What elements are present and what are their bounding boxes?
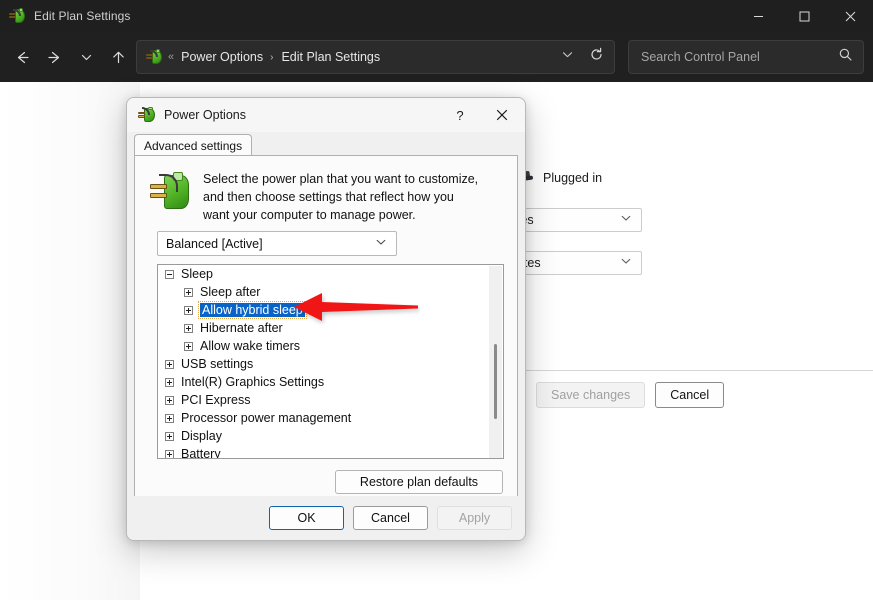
up-arrow-icon bbox=[112, 51, 124, 63]
dialog-intro-text: Select the power plan that you want to c… bbox=[203, 172, 479, 222]
tree-item[interactable]: Display bbox=[158, 427, 503, 445]
recent-locations-button[interactable] bbox=[70, 41, 102, 73]
back-arrow-icon bbox=[17, 51, 29, 63]
breadcrumb-item-edit-plan-settings[interactable]: Edit Plan Settings bbox=[281, 50, 380, 64]
tree-item-label: Allow hybrid sleep bbox=[198, 301, 307, 319]
expand-plus-icon[interactable] bbox=[165, 377, 174, 387]
up-button[interactable] bbox=[102, 41, 134, 73]
expand-plus-icon[interactable] bbox=[184, 287, 193, 297]
power-options-dialog: Power Options ? Advanced settings Select… bbox=[126, 97, 526, 541]
tree-item[interactable]: Sleep bbox=[158, 265, 503, 283]
tab-advanced-settings[interactable]: Advanced settings bbox=[134, 134, 253, 156]
close-icon bbox=[845, 11, 855, 21]
expand-plus-icon[interactable] bbox=[165, 359, 174, 369]
tree-item-label: Sleep bbox=[181, 267, 213, 281]
battery-plug-icon bbox=[149, 172, 189, 212]
tree-item[interactable]: Allow hybrid sleep bbox=[158, 301, 503, 319]
chevron-down-icon bbox=[620, 211, 632, 229]
apply-button[interactable]: Apply bbox=[437, 506, 512, 530]
maximize-icon bbox=[799, 11, 809, 21]
tree-item-label: Allow wake timers bbox=[200, 339, 301, 353]
tree-item-label: PCI Express bbox=[181, 393, 251, 407]
tree-item[interactable]: Hibernate after bbox=[158, 319, 503, 337]
page-left-shade bbox=[0, 82, 140, 600]
search-box[interactable] bbox=[628, 40, 864, 74]
chevron-down-icon bbox=[562, 52, 573, 58]
search-icon[interactable] bbox=[838, 47, 853, 67]
search-input[interactable] bbox=[639, 49, 823, 65]
tree-item-label: Display bbox=[181, 429, 222, 443]
tree-item[interactable]: PCI Express bbox=[158, 391, 503, 409]
address-dropdown-button[interactable] bbox=[561, 48, 574, 66]
tree-item-label: Sleep after bbox=[200, 285, 261, 299]
ok-button[interactable]: OK bbox=[269, 506, 344, 530]
breadcrumb-item-power-options[interactable]: Power Options bbox=[181, 50, 263, 64]
expand-plus-icon[interactable] bbox=[165, 431, 174, 441]
dialog-close-button[interactable] bbox=[485, 98, 519, 132]
dialog-footer: OK Cancel Apply bbox=[127, 496, 525, 540]
maximize-button[interactable] bbox=[781, 0, 827, 32]
forward-arrow-icon bbox=[47, 51, 59, 63]
expand-plus-icon[interactable] bbox=[165, 395, 174, 405]
chevron-down-icon bbox=[81, 54, 91, 60]
tree-item-label: USB settings bbox=[181, 357, 254, 371]
tree-item[interactable]: Processor power management bbox=[158, 409, 503, 427]
tree-item[interactable]: Allow wake timers bbox=[158, 337, 503, 355]
chevron-down-icon bbox=[375, 235, 387, 253]
minimize-icon bbox=[753, 15, 763, 17]
expand-plus-icon[interactable] bbox=[165, 413, 174, 423]
chevron-down-icon bbox=[620, 254, 632, 272]
tree-item-label: Intel(R) Graphics Settings bbox=[181, 375, 325, 389]
close-button[interactable] bbox=[827, 0, 873, 32]
breadcrumb-overflow[interactable]: « bbox=[168, 51, 174, 63]
plugged-in-label: Plugged in bbox=[543, 171, 603, 185]
tree-item[interactable]: Sleep after bbox=[158, 283, 503, 301]
dialog-body: Select the power plan that you want to c… bbox=[134, 155, 518, 507]
close-icon bbox=[496, 109, 508, 121]
window-controls bbox=[735, 0, 873, 32]
expand-plus-icon[interactable] bbox=[184, 341, 193, 351]
power-plan-select-value: Balanced [Active] bbox=[166, 236, 263, 251]
dialog-tabstrip: Advanced settings bbox=[134, 134, 518, 156]
minimize-button[interactable] bbox=[735, 0, 781, 32]
restore-plan-defaults-button[interactable]: Restore plan defaults bbox=[335, 470, 503, 494]
power-plan-icon bbox=[146, 49, 162, 65]
address-bar[interactable]: « Power Options › Edit Plan Settings bbox=[136, 40, 615, 74]
tree-item-label: Hibernate after bbox=[200, 321, 283, 335]
page-action-buttons: Save changes Cancel bbox=[536, 382, 725, 408]
breadcrumb-separator: › bbox=[270, 51, 274, 63]
help-button[interactable]: ? bbox=[443, 98, 477, 132]
tree-item[interactable]: Intel(R) Graphics Settings bbox=[158, 373, 503, 391]
dialog-titlebar: Power Options ? bbox=[127, 98, 525, 132]
power-plan-icon bbox=[9, 8, 25, 24]
back-button[interactable] bbox=[6, 41, 38, 73]
expand-plus-icon[interactable] bbox=[184, 305, 193, 315]
expand-plus-icon[interactable] bbox=[184, 323, 193, 333]
tree-item[interactable]: USB settings bbox=[158, 355, 503, 373]
page-cancel-button[interactable]: Cancel bbox=[655, 382, 725, 408]
tree-scrollbar-thumb[interactable] bbox=[494, 344, 497, 419]
window-titlebar: Edit Plan Settings bbox=[0, 0, 873, 32]
tree-item[interactable]: Battery bbox=[158, 445, 503, 459]
window-title: Edit Plan Settings bbox=[34, 9, 131, 23]
advanced-settings-tree[interactable]: Sleep Sleep after Allow hybrid sleep Hibern… bbox=[157, 264, 504, 459]
power-plan-icon bbox=[138, 106, 155, 124]
save-changes-button[interactable]: Save changes bbox=[536, 382, 646, 408]
tree-item-label: Battery bbox=[181, 447, 221, 459]
power-plan-select[interactable]: Balanced [Active] bbox=[157, 231, 397, 256]
dialog-intro: Select the power plan that you want to c… bbox=[149, 170, 483, 224]
collapse-minus-icon[interactable] bbox=[165, 269, 174, 279]
refresh-button[interactable] bbox=[589, 47, 604, 67]
forward-button[interactable] bbox=[38, 41, 70, 73]
expand-plus-icon[interactable] bbox=[165, 449, 174, 458]
dialog-cancel-button[interactable]: Cancel bbox=[353, 506, 428, 530]
refresh-icon bbox=[591, 47, 602, 60]
tree-rows: Sleep Sleep after Allow hybrid sleep Hibern… bbox=[158, 265, 503, 459]
dialog-title: Power Options bbox=[164, 108, 246, 122]
tree-item-label: Processor power management bbox=[181, 411, 352, 425]
tree-scrollbar[interactable] bbox=[489, 266, 502, 458]
explorer-window: Edit Plan Settings « Power Options › Edi… bbox=[0, 0, 873, 600]
